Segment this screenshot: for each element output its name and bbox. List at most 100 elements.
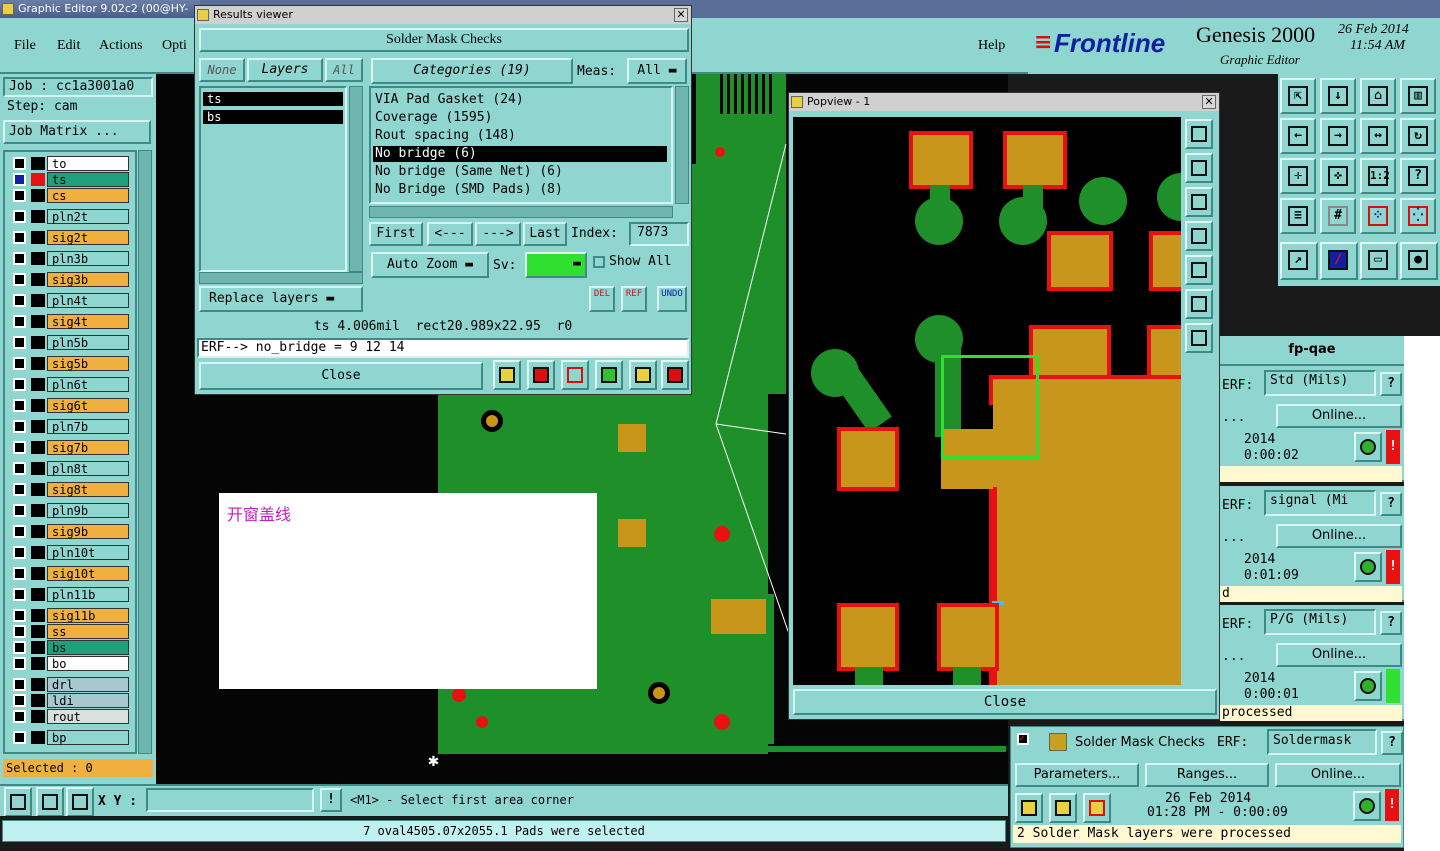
popview-zoom-home-icon[interactable] <box>1185 119 1213 149</box>
ruler-icon[interactable]: ▭ <box>1360 242 1398 280</box>
layer-color-swatch[interactable] <box>31 273 45 286</box>
parameters-button[interactable]: Parameters... <box>1015 763 1139 787</box>
row-online-button[interactable]: Online... <box>1276 643 1402 667</box>
layer-checkbox[interactable] <box>13 625 26 638</box>
ref-button[interactable]: REF <box>621 286 647 312</box>
row-online-button[interactable]: Online... <box>1276 404 1402 428</box>
layer-color-swatch[interactable] <box>31 731 45 744</box>
layer-checkbox[interactable] <box>13 294 26 307</box>
layer-checkbox[interactable] <box>13 189 26 202</box>
row-help-icon[interactable]: ? <box>1380 372 1402 396</box>
layers-none-button[interactable]: None <box>199 58 245 82</box>
layer-checkbox[interactable] <box>13 657 26 670</box>
layer-color-swatch[interactable] <box>31 462 45 475</box>
layer-color-swatch[interactable] <box>31 420 45 433</box>
layer-checkbox[interactable] <box>13 609 26 622</box>
layers-label-button[interactable]: Layers <box>247 58 323 82</box>
layer-checkbox[interactable] <box>13 315 26 328</box>
index-input[interactable]: 7873 <box>629 222 689 246</box>
layer-color-swatch[interactable] <box>31 525 45 538</box>
layer-color-swatch[interactable] <box>31 567 45 580</box>
row-online-button[interactable]: Online... <box>1276 524 1402 548</box>
layer-checkbox[interactable] <box>13 641 26 654</box>
report-icon[interactable] <box>493 360 521 390</box>
layer-color-swatch[interactable] <box>31 546 45 559</box>
zoom-out-icon[interactable]: ✜ <box>1320 158 1356 194</box>
layer-checkbox[interactable] <box>13 420 26 433</box>
popview-zoom-up-icon[interactable] <box>1185 153 1213 183</box>
layer-checkbox[interactable] <box>13 567 26 580</box>
layer-color-swatch[interactable] <box>31 504 45 517</box>
zoom-fit-icon[interactable]: ↔ <box>1360 118 1396 154</box>
layer-row-pln2t[interactable]: pln2t <box>11 209 129 224</box>
layer-row-pln7b[interactable]: pln7b <box>11 419 129 434</box>
popview-zoom-out-icon[interactable] <box>1185 323 1213 353</box>
erf-value[interactable]: P/G (Mils) <box>1264 609 1376 635</box>
layer-row-bp[interactable]: bp <box>11 730 129 745</box>
popview-zoom-in-icon[interactable] <box>1185 289 1213 319</box>
first-button[interactable]: First <box>369 222 423 246</box>
layers-all-button[interactable]: All <box>325 58 363 82</box>
solder-mask-checkbox[interactable]: ✓ <box>1017 733 1029 745</box>
redraw-icon[interactable]: ↻ <box>1400 118 1436 154</box>
snap-center-icon[interactable]: ⁛ <box>1400 198 1436 234</box>
layer-row-bs[interactable]: bs <box>11 640 129 655</box>
layer-color-swatch[interactable] <box>31 694 45 707</box>
layer-row-sig7b[interactable]: sig7b <box>11 440 129 455</box>
category-scrollbar[interactable] <box>675 86 689 204</box>
layer-row-rout[interactable]: rout <box>11 709 129 724</box>
auto-zoom-select[interactable]: Auto Zoom ▬ <box>371 252 489 278</box>
layer-checkbox[interactable] <box>13 378 26 391</box>
popview-canvas[interactable] <box>793 117 1181 685</box>
layer-color-swatch[interactable] <box>31 625 45 638</box>
run-icon[interactable] <box>1015 793 1043 823</box>
zoom-home-icon[interactable]: ⇱ <box>1280 78 1316 114</box>
layer-checkbox[interactable] <box>13 525 26 538</box>
layer-color-swatch[interactable] <box>31 710 45 723</box>
next-button[interactable]: ---> <box>475 222 521 246</box>
erf-value[interactable]: Std (Mils) <box>1264 370 1376 396</box>
layer-color-swatch[interactable] <box>31 378 45 391</box>
run-stop-icon[interactable] <box>1083 793 1111 823</box>
layer-row-sig11b[interactable]: sig11b <box>11 608 129 623</box>
layer-color-swatch[interactable] <box>31 441 45 454</box>
row-help-icon[interactable]: ? <box>1380 611 1402 635</box>
delete-icon[interactable] <box>561 360 589 390</box>
layer-checkbox[interactable] <box>13 694 26 707</box>
category-item[interactable]: No bridge (Same Net) (6) <box>373 164 667 180</box>
layer-row-ldi[interactable]: ldi <box>11 693 129 708</box>
select-line-icon[interactable] <box>36 787 64 817</box>
category-item[interactable]: Coverage (1595) <box>373 110 667 126</box>
results-layer-scrollbar[interactable] <box>349 86 363 272</box>
category-hscrollbar[interactable] <box>369 206 673 218</box>
row-zoom-icon[interactable] <box>1354 671 1382 701</box>
pan-right-icon[interactable]: → <box>1320 118 1356 154</box>
results-close-button[interactable]: Close <box>199 362 483 390</box>
layer-checkbox[interactable] <box>13 273 26 286</box>
layer-checkbox[interactable] <box>13 357 26 370</box>
solder-mask-zoom-icon[interactable] <box>1353 791 1381 821</box>
layer-color-swatch[interactable] <box>31 336 45 349</box>
menu-options[interactable]: Opti <box>162 38 187 54</box>
category-item[interactable]: No Bridge (SMD Pads) (8) <box>373 182 667 198</box>
select-grid-icon[interactable] <box>66 787 94 817</box>
select-area-icon[interactable] <box>4 787 32 817</box>
layer-checkbox[interactable] <box>13 210 26 223</box>
layer-checkbox[interactable] <box>13 231 26 244</box>
menu-help[interactable]: Help <box>978 38 1005 54</box>
undo-button[interactable]: UNDO <box>657 286 687 312</box>
run-all-icon[interactable] <box>1049 793 1077 823</box>
layer-color-swatch[interactable] <box>31 294 45 307</box>
layer-row-sig9b[interactable]: sig9b <box>11 524 129 539</box>
prev-button[interactable]: <--- <box>427 222 473 246</box>
layer-row-pln4t[interactable]: pln4t <box>11 293 129 308</box>
layer-row-sig4t[interactable]: sig4t <box>11 314 129 329</box>
layer-checkbox[interactable] <box>13 504 26 517</box>
layer-checkbox[interactable] <box>13 462 26 475</box>
layer-row-cs[interactable]: cs <box>11 188 129 203</box>
layer-checkbox[interactable] <box>13 173 26 186</box>
solder-mask-help-icon[interactable]: ? <box>1381 731 1403 755</box>
count-icon[interactable] <box>595 360 623 390</box>
help-icon[interactable]: ? <box>1400 158 1436 194</box>
export-icon[interactable] <box>527 360 555 390</box>
